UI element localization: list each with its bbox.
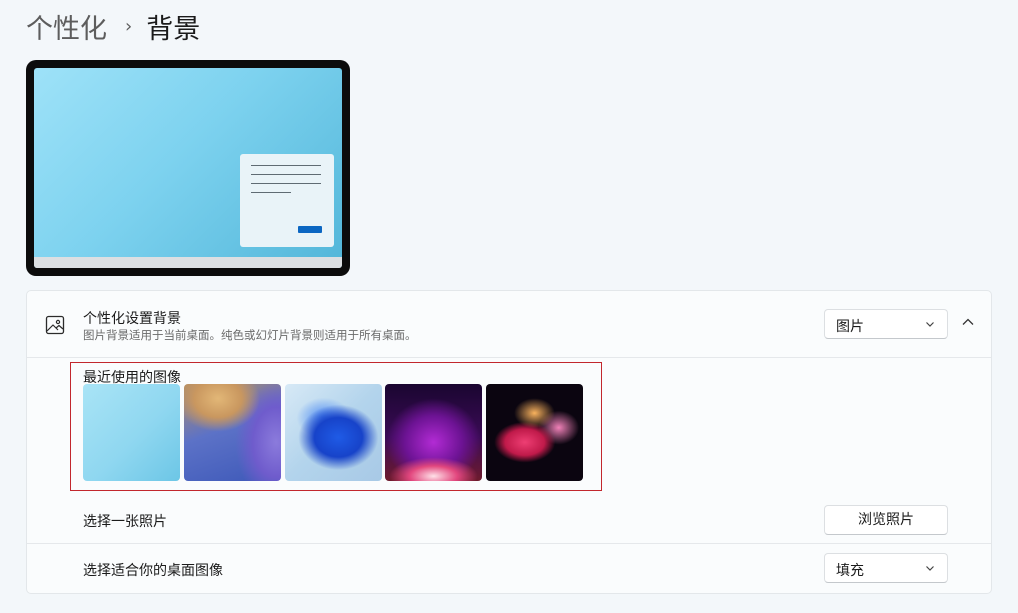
preview-window [240,154,334,247]
recent-image-4[interactable] [385,384,482,481]
background-type-row[interactable]: 个性化设置背景 图片背景适用于当前桌面。纯色或幻灯片背景则适用于所有桌面。 图片 [27,291,991,358]
desktop-preview [26,60,350,276]
recent-image-3[interactable] [285,384,382,481]
chevron-up-icon[interactable] [961,315,975,329]
preview-button [298,226,322,233]
breadcrumb: 个性化 › 背景 [26,6,200,46]
breadcrumb-parent[interactable]: 个性化 [26,7,107,46]
fit-row: 选择适合你的桌面图像 填充 [27,544,991,594]
background-title: 个性化设置背景 [83,311,181,327]
preview-taskbar [34,257,342,268]
recent-image-5[interactable] [486,384,583,481]
fit-label: 选择适合你的桌面图像 [83,563,223,579]
background-type-dropdown[interactable]: 图片 [824,309,948,339]
preview-text-line [251,183,321,184]
choose-photo-label: 选择一张照片 [83,514,167,530]
background-subtitle: 图片背景适用于当前桌面。纯色或幻灯片背景则适用于所有桌面。 [83,328,417,342]
breadcrumb-separator: › [125,15,133,37]
fit-value: 填充 [836,563,864,579]
choose-photo-row: 选择一张照片 浏览照片 [27,494,991,544]
picture-icon [45,315,65,335]
browse-photos-button[interactable]: 浏览照片 [824,505,948,535]
preview-text-line [251,192,291,193]
chevron-down-icon [926,566,934,571]
background-settings-card: 个性化设置背景 图片背景适用于当前桌面。纯色或幻灯片背景则适用于所有桌面。 图片… [26,290,992,594]
preview-text-line [251,174,321,175]
preview-text-line [251,165,321,166]
chevron-down-icon [926,322,934,327]
background-type-value: 图片 [836,319,864,335]
preview-screen [34,68,342,268]
recent-image-1[interactable] [83,384,180,481]
fit-dropdown[interactable]: 填充 [824,553,948,583]
page-title: 背景 [146,13,201,45]
recent-image-2[interactable] [184,384,281,481]
